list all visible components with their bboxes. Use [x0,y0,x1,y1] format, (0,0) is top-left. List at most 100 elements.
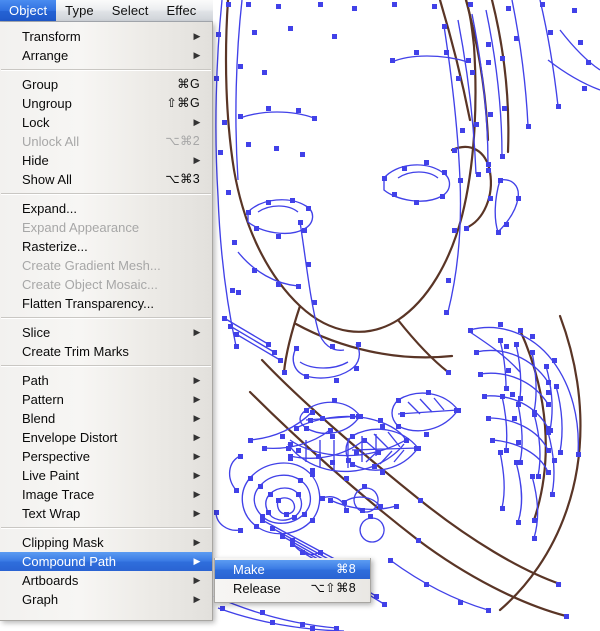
menu-item-compound-path[interactable]: Compound Path ▶ [0,552,212,571]
menu-item-envelope-distort[interactable]: Envelope Distort ▶ [0,428,212,447]
menu-item-clipping-mask[interactable]: Clipping Mask ▶ [0,533,212,552]
object-dropdown-menu[interactable]: Transform ▶ Arrange ▶ Group ⌘G Ungroup ⇧⌘G Lock ▶… [0,22,213,621]
menu-item-perspective[interactable]: Perspective ▶ [0,447,212,466]
menu-item-label: Text Wrap [22,506,81,521]
menu-item-label: Compound Path [22,554,116,569]
menu-item-rasterize[interactable]: Rasterize... [0,237,212,256]
menu-separator [1,317,211,319]
menu-item-label: Artboards [22,573,79,588]
menu-item-label: Pattern [22,392,64,407]
submenu-item-shortcut: ⌘8 [335,562,356,576]
menu-item-pattern[interactable]: Pattern ▶ [0,390,212,409]
menu-separator [1,365,211,367]
submenu-arrow-icon: ▶ [193,375,201,385]
menu-item-slice[interactable]: Slice ▶ [0,323,212,342]
menu-item-graph[interactable]: Graph ▶ [0,590,212,609]
submenu-arrow-icon: ▶ [193,50,201,60]
menu-item-live-paint[interactable]: Live Paint ▶ [0,466,212,485]
menu-item-label: Arrange [22,48,69,63]
menu-item-shortcut: ⌥⌘3 [165,172,200,186]
menubar-item-type[interactable]: Type [56,0,103,21]
menu-item-label: Clipping Mask [22,535,104,550]
menu-item-label: Perspective [22,449,90,464]
submenu-arrow-icon: ▶ [193,451,201,461]
menubar-item-effec[interactable]: Effec [158,0,206,21]
menu-item-image-trace[interactable]: Image Trace ▶ [0,485,212,504]
menu-item-blend[interactable]: Blend ▶ [0,409,212,428]
menu-item-label: Graph [22,592,59,607]
menu-item-lock[interactable]: Lock ▶ [0,113,212,132]
menu-item-artboards[interactable]: Artboards ▶ [0,571,212,590]
menu-item-create-object-mosaic: Create Object Mosaic... [0,275,212,294]
submenu-item-release[interactable]: Release ⌥⇧⌘8 [215,579,370,598]
submenu-arrow-icon: ▶ [193,394,201,404]
menu-item-create-gradient-mesh: Create Gradient Mesh... [0,256,212,275]
submenu-arrow-icon: ▶ [193,327,201,337]
menu-item-group[interactable]: Group ⌘G [0,75,212,94]
menu-item-unlock-all: Unlock All ⌥⌘2 [0,132,212,151]
submenu-arrow-icon: ▶ [193,470,201,480]
submenu-arrow-icon: ▶ [193,432,201,442]
submenu-item-shortcut: ⌥⇧⌘8 [310,581,356,595]
submenu-arrow-icon: ▶ [193,117,201,127]
submenu-arrow-icon: ▶ [193,413,201,423]
submenu-item-label: Make [233,562,265,577]
menu-separator [1,527,211,529]
menu-item-shortcut: ⌘G [177,77,200,91]
menu-item-flatten-transparency[interactable]: Flatten Transparency... [0,294,212,313]
submenu-arrow-icon: ▶ [193,508,201,518]
menu-separator [1,69,211,71]
submenu-arrow-icon: ▶ [193,155,201,165]
menubar-item-label: Type [65,3,94,18]
menu-item-label: Envelope Distort [22,430,118,445]
menu-item-label: Ungroup [22,96,72,111]
menu-item-label: Create Object Mosaic... [22,277,158,292]
menu-item-label: Transform [22,29,81,44]
menu-item-expand[interactable]: Expand... [0,199,212,218]
menu-item-label: Expand... [22,201,77,216]
menu-item-label: Slice [22,325,51,340]
submenu-arrow-icon: ▶ [193,31,201,41]
menubar-item-select[interactable]: Select [103,0,158,21]
compound-path-submenu[interactable]: Make ⌘8 Release ⌥⇧⌘8 [214,558,371,603]
menu-item-arrange[interactable]: Arrange ▶ [0,46,212,65]
menubar-item-object[interactable]: Object [0,0,57,21]
submenu-arrow-icon: ▶ [193,556,201,566]
menu-item-label: Blend [22,411,56,426]
menu-item-transform[interactable]: Transform ▶ [0,27,212,46]
menubar-item-label: Select [111,3,149,18]
menu-item-label: Path [22,373,49,388]
menu-item-label: Show All [22,172,72,187]
submenu-item-make[interactable]: Make ⌘8 [215,560,370,579]
menu-item-label: Image Trace [22,487,95,502]
menu-item-label: Live Paint [22,468,80,483]
menu-separator [1,193,211,195]
menu-item-show-all[interactable]: Show All ⌥⌘3 [0,170,212,189]
menu-item-label: Rasterize... [22,239,88,254]
menu-item-label: Lock [22,115,50,130]
menu-item-label: Flatten Transparency... [22,296,154,311]
submenu-item-label: Release [233,581,281,596]
menu-item-expand-appearance: Expand Appearance [0,218,212,237]
submenu-arrow-icon: ▶ [193,594,201,604]
menu-item-label: Hide [22,153,49,168]
menu-item-label: Unlock All [22,134,80,149]
submenu-arrow-icon: ▶ [193,575,201,585]
menu-item-shortcut: ⌥⌘2 [165,134,200,148]
menu-item-create-trim-marks[interactable]: Create Trim Marks [0,342,212,361]
submenu-arrow-icon: ▶ [193,489,201,499]
menu-bar[interactable]: Object Type Select Effec [0,0,213,22]
menu-item-label: Create Gradient Mesh... [22,258,161,273]
menu-item-ungroup[interactable]: Ungroup ⇧⌘G [0,94,212,113]
menu-item-label: Group [22,77,59,92]
menu-item-hide[interactable]: Hide ▶ [0,151,212,170]
menu-item-text-wrap[interactable]: Text Wrap ▶ [0,504,212,523]
illustrator-window: Object Type Select Effec Transform ▶ Arrange ▶… [0,0,600,631]
menubar-item-label: Effec [166,3,197,18]
menu-item-shortcut: ⇧⌘G [166,96,200,110]
menu-item-label: Expand Appearance [22,220,140,235]
submenu-arrow-icon: ▶ [193,537,201,547]
menu-item-path[interactable]: Path ▶ [0,371,212,390]
menu-item-label: Create Trim Marks [22,344,129,359]
menubar-item-label: Object [9,3,48,18]
